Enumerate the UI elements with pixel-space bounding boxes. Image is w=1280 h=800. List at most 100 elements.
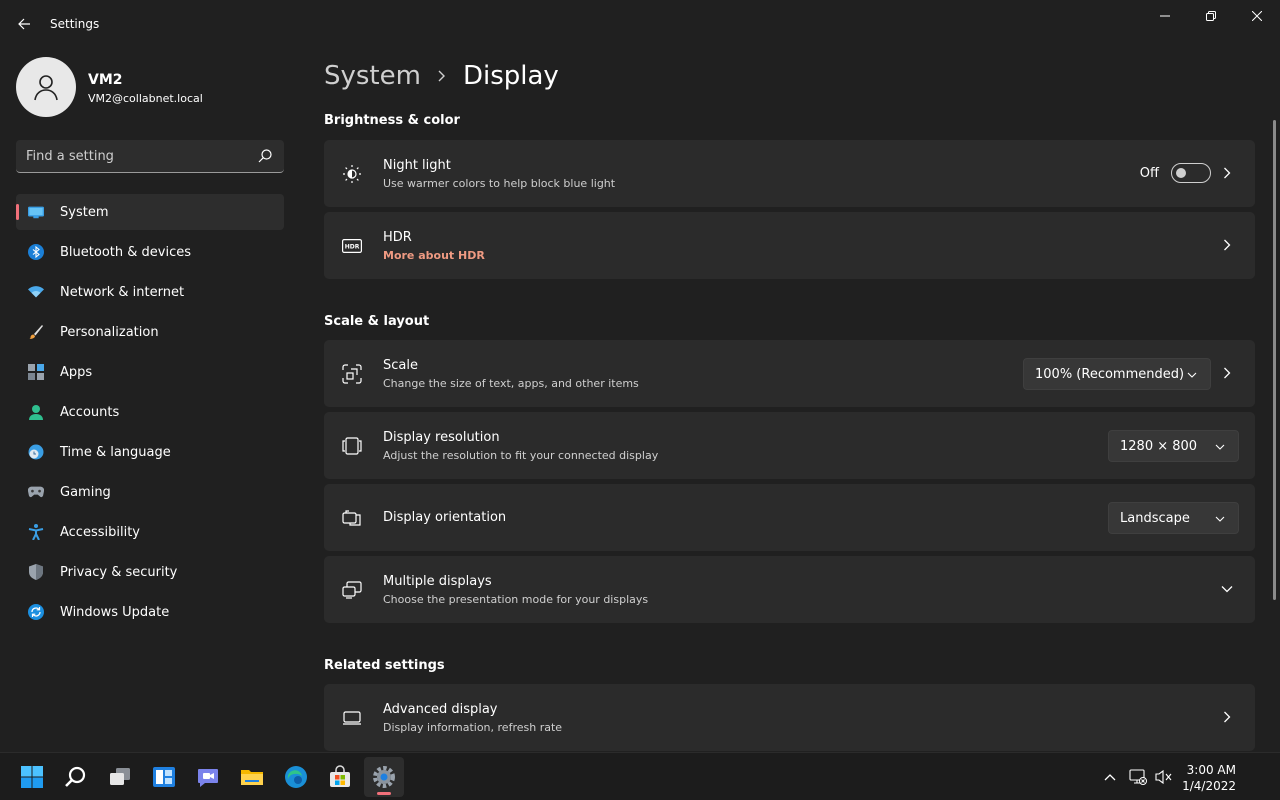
back-button[interactable] xyxy=(12,10,36,38)
chevron-down-icon xyxy=(1214,441,1226,453)
task-view-button[interactable] xyxy=(100,757,140,797)
chevron-right-icon[interactable] xyxy=(1219,237,1235,253)
taskbar-search-button[interactable] xyxy=(56,757,96,797)
close-button[interactable] xyxy=(1234,0,1280,32)
clock-date: 1/4/2022 xyxy=(1182,779,1236,793)
file-explorer-button[interactable] xyxy=(232,757,272,797)
network-tray-button[interactable] xyxy=(1128,767,1148,787)
toggle-knob xyxy=(1176,168,1186,178)
card-title: Display resolution xyxy=(383,430,500,445)
sidebar-item-apps[interactable]: Apps xyxy=(16,354,284,390)
sidebar-item-bluetooth[interactable]: Bluetooth & devices xyxy=(16,234,284,270)
sidebar-item-label: Personalization xyxy=(60,324,159,340)
orientation-dropdown[interactable]: Landscape xyxy=(1108,502,1239,534)
sidebar-item-label: Bluetooth & devices xyxy=(60,244,191,260)
sidebar-item-label: Privacy & security xyxy=(60,564,178,580)
minimize-icon xyxy=(1160,15,1170,17)
show-hidden-icons-button[interactable] xyxy=(1100,767,1120,787)
multiple-displays-card[interactable]: Multiple displays Choose the presentatio… xyxy=(324,556,1255,623)
sidebar-item-label: System xyxy=(60,204,109,220)
restore-button[interactable] xyxy=(1188,0,1234,32)
card-title: HDR xyxy=(383,230,412,245)
widgets-icon xyxy=(153,767,175,787)
volume-tray-button[interactable] xyxy=(1154,767,1174,787)
chevron-right-icon[interactable] xyxy=(1219,709,1235,725)
close-icon xyxy=(1252,11,1262,21)
breadcrumb-parent[interactable]: System xyxy=(324,61,421,91)
shield-icon xyxy=(28,564,44,580)
night-light-toggle[interactable] xyxy=(1171,163,1211,183)
advanced-display-card[interactable]: Advanced display Display information, re… xyxy=(324,684,1255,751)
search-input[interactable] xyxy=(26,146,251,166)
file-explorer-icon xyxy=(241,770,263,785)
edge-button[interactable] xyxy=(276,757,316,797)
toggle-state-label: Off xyxy=(1139,165,1159,181)
volume-muted-icon xyxy=(1155,769,1172,785)
store-button[interactable] xyxy=(320,757,360,797)
sidebar-item-accounts[interactable]: Accounts xyxy=(16,394,284,430)
search-box[interactable] xyxy=(16,140,284,173)
taskbar: 3:00 AM 1/4/2022 xyxy=(0,752,1280,800)
card-subtitle: Display information, refresh rate xyxy=(383,721,563,734)
wifi-icon xyxy=(28,284,44,300)
chevron-down-icon[interactable] xyxy=(1219,581,1235,597)
card-subtitle: Adjust the resolution to fit your connec… xyxy=(383,449,659,462)
section-heading-related: Related settings xyxy=(324,658,445,673)
start-icon xyxy=(21,766,43,788)
sidebar-item-label: Time & language xyxy=(60,444,171,460)
chevron-right-icon[interactable] xyxy=(1219,365,1235,381)
sidebar-item-network[interactable]: Network & internet xyxy=(16,274,284,310)
scale-dropdown[interactable]: 100% (Recommended) xyxy=(1023,358,1211,390)
title-bar: Settings xyxy=(0,0,1280,48)
more-about-hdr-link[interactable]: More about HDR xyxy=(383,249,485,262)
resolution-icon xyxy=(342,436,362,456)
back-arrow-icon xyxy=(18,18,30,30)
display-orientation-card: Display orientation Landscape xyxy=(324,484,1255,551)
page-title: Display xyxy=(462,61,559,91)
settings-window: Settings VM2 VM2@collabnet.local System … xyxy=(0,0,1280,752)
scale-card[interactable]: Scale Change the size of text, apps, and… xyxy=(324,340,1255,407)
hdr-card[interactable]: HDR HDR More about HDR xyxy=(324,212,1255,279)
search-icon[interactable] xyxy=(257,148,273,164)
gamepad-icon xyxy=(28,484,44,500)
clock-globe-icon xyxy=(28,444,44,460)
dropdown-value: Landscape xyxy=(1120,510,1190,526)
teams-chat-icon xyxy=(198,769,218,787)
night-light-card[interactable]: Night light Use warmer colors to help bl… xyxy=(324,140,1255,207)
minimize-button[interactable] xyxy=(1142,0,1188,32)
sidebar-item-windows-update[interactable]: Windows Update xyxy=(16,594,284,630)
resolution-dropdown[interactable]: 1280 × 800 xyxy=(1108,430,1239,462)
sidebar-item-personalization[interactable]: Personalization xyxy=(16,314,284,350)
widgets-button[interactable] xyxy=(144,757,184,797)
night-light-toggle-group: Off xyxy=(1140,162,1211,184)
content-scrollbar[interactable] xyxy=(1273,120,1276,600)
person-placeholder-icon xyxy=(34,75,58,101)
teams-chat-button[interactable] xyxy=(188,757,228,797)
restore-icon xyxy=(1206,11,1216,21)
sidebar-item-label: Apps xyxy=(60,364,93,380)
sidebar-item-gaming[interactable]: Gaming xyxy=(16,474,284,510)
sidebar-item-label: Gaming xyxy=(60,484,111,500)
sidebar-item-accessibility[interactable]: Accessibility xyxy=(16,514,284,550)
user-email: VM2@collabnet.local xyxy=(88,92,203,105)
chevron-right-icon[interactable] xyxy=(1219,165,1235,181)
display-resolution-card: Display resolution Adjust the resolution… xyxy=(324,412,1255,479)
apps-icon xyxy=(28,364,44,380)
scale-icon xyxy=(342,364,362,384)
brush-icon xyxy=(28,324,44,340)
start-button[interactable] xyxy=(12,757,52,797)
clock[interactable]: 3:00 AM 1/4/2022 xyxy=(1182,762,1236,794)
system-icon xyxy=(28,204,44,220)
hdr-icon: HDR xyxy=(342,236,362,256)
sidebar-item-system[interactable]: System xyxy=(16,194,284,230)
accessibility-icon xyxy=(28,524,44,540)
sidebar-item-time-language[interactable]: Time & language xyxy=(16,434,284,470)
sidebar-item-label: Windows Update xyxy=(60,604,170,620)
sidebar-item-privacy[interactable]: Privacy & security xyxy=(16,554,284,590)
avatar[interactable] xyxy=(16,57,76,117)
monitor-icon xyxy=(342,708,362,728)
card-subtitle: Choose the presentation mode for your di… xyxy=(383,593,649,606)
card-title: Night light xyxy=(383,158,451,173)
card-title: Scale xyxy=(383,358,418,373)
settings-taskbar-button[interactable] xyxy=(364,757,404,797)
